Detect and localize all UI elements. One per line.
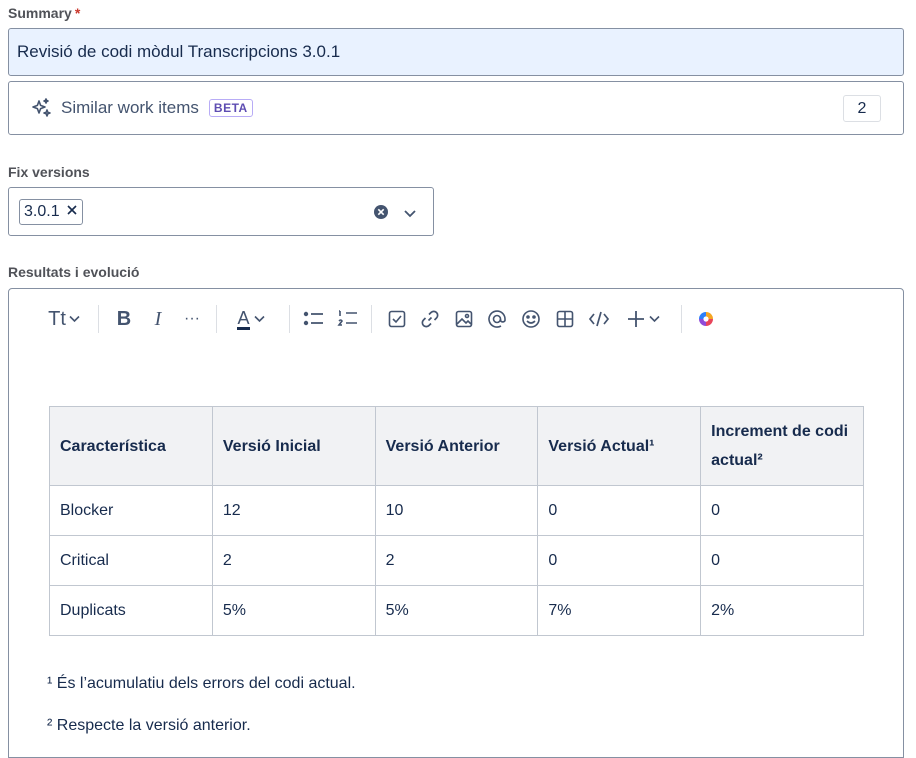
table-cell: 0 <box>537 485 702 536</box>
checkbox-icon[interactable] <box>386 306 408 332</box>
table-header-cell: Increment de codi actual² <box>700 406 864 486</box>
beta-badge: BETA <box>208 99 253 117</box>
similar-work-items-label: Similar work items <box>61 98 199 117</box>
remove-tag-icon[interactable] <box>66 200 78 224</box>
table-row: Critical 2 2 0 0 <box>49 535 864 586</box>
table-header-cell: Versió Anterior <box>374 406 539 486</box>
fix-versions-label: Fix versions <box>8 164 90 180</box>
more-formatting-button[interactable]: ··· <box>179 306 205 332</box>
table-cell: 2 <box>211 535 376 586</box>
rich-text-editor[interactable]: Tt B I ··· A Característica Versió Inici… <box>8 288 904 758</box>
table-icon[interactable] <box>554 306 576 332</box>
bullet-list-icon[interactable] <box>301 306 327 332</box>
table-cell: 5% <box>374 585 539 636</box>
table-cell: 7% <box>537 585 702 636</box>
table-cell: Duplicats <box>49 585 213 636</box>
chevron-down-icon[interactable] <box>403 206 417 224</box>
table-cell: 5% <box>211 585 376 636</box>
table-cell: 10 <box>374 485 539 536</box>
table-row: Blocker 12 10 0 0 <box>49 485 864 536</box>
editor-toolbar: Tt B I ··· A <box>9 289 903 349</box>
plus-icon <box>627 311 644 327</box>
table-cell: 0 <box>700 535 864 586</box>
table-header-cell: Versió Actual¹ <box>537 406 702 486</box>
table-cell: 0 <box>537 535 702 586</box>
table-row: Duplicats 5% 5% 7% 2% <box>49 585 864 636</box>
version-tag-label: 3.0.1 <box>24 203 60 220</box>
summary-label: Summary * <box>8 5 81 21</box>
summary-input[interactable]: Revisió de codi mòdul Transcripcions 3.0… <box>8 28 904 76</box>
ai-assistant-icon[interactable] <box>695 306 717 332</box>
table-cell: Critical <box>49 535 213 586</box>
code-icon[interactable] <box>588 306 610 332</box>
text-color-button[interactable]: A <box>229 306 273 332</box>
table-header-cell: Característica <box>49 406 213 486</box>
footnote: ¹ És l’acumulatiu dels errors del codi a… <box>47 675 356 692</box>
table-header-cell: Versió Inicial <box>211 406 376 486</box>
bold-button[interactable]: B <box>113 306 135 332</box>
mention-icon[interactable] <box>486 306 508 332</box>
table-header-row: Característica Versió Inicial Versió Ant… <box>49 406 864 486</box>
required-mark: * <box>74 5 81 21</box>
table-cell: Blocker <box>49 485 213 536</box>
resultats-label: Resultats i evolució <box>8 264 140 280</box>
table-cell: 0 <box>700 485 864 536</box>
chevron-down-icon <box>253 315 265 323</box>
similar-count-badge: 2 <box>843 95 881 122</box>
resultats-table: Característica Versió Inicial Versió Ant… <box>49 406 864 636</box>
version-tag: 3.0.1 <box>19 199 83 225</box>
table-cell: 12 <box>211 485 376 536</box>
clear-icon[interactable] <box>373 204 389 225</box>
sparkle-icon <box>31 97 53 119</box>
text-style-button[interactable]: Tt <box>42 306 86 332</box>
image-icon[interactable] <box>453 306 475 332</box>
insert-more-button[interactable] <box>621 306 665 332</box>
chevron-down-icon <box>69 315 80 323</box>
table-cell: 2 <box>374 535 539 586</box>
footnote: ² Respecte la versió anterior. <box>47 717 251 734</box>
table-cell: 2% <box>700 585 864 636</box>
similar-work-items-panel[interactable]: Similar work items BETA 2 <box>8 81 904 135</box>
fix-versions-select[interactable]: 3.0.1 <box>8 187 434 236</box>
chevron-down-icon <box>648 315 660 323</box>
link-icon[interactable] <box>419 306 441 332</box>
emoji-icon[interactable] <box>520 306 542 332</box>
numbered-list-icon[interactable] <box>335 306 361 332</box>
italic-button[interactable]: I <box>147 306 169 332</box>
